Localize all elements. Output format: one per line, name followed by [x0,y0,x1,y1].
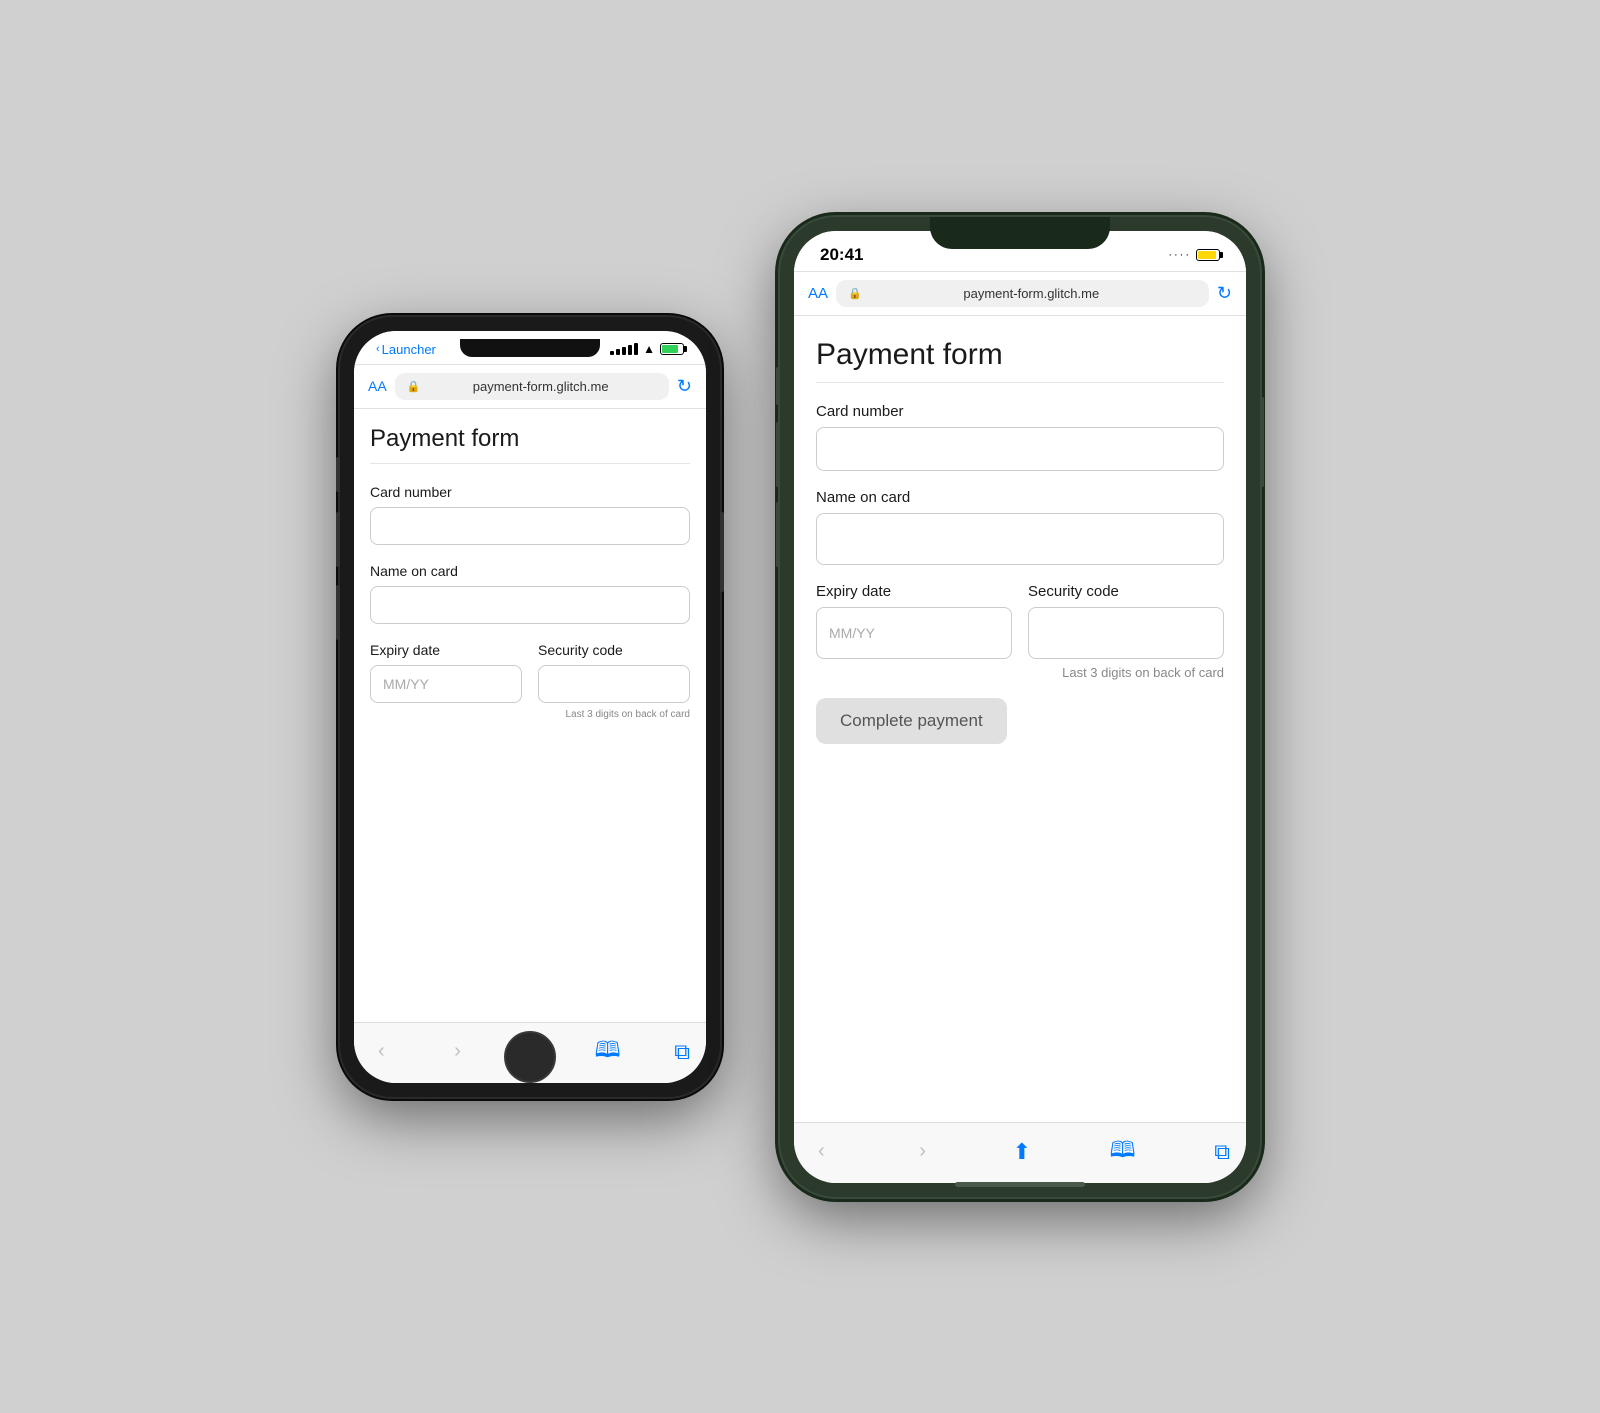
expiry-group-right: Expiry date MM/YY [816,583,1012,659]
tabs-button-left[interactable]: ⧉ [674,1039,690,1065]
back-button-right[interactable]: ‹ [810,1140,833,1163]
security-input-right[interactable] [1028,607,1224,659]
status-icons-right: ···· [1168,249,1220,261]
back-button-left[interactable]: ‹ [370,1040,393,1063]
safari-toolbar-right: ‹ › ⬆ 🕮 ⧉ [794,1122,1246,1183]
status-bar-left: ‹ Launcher 23:39 ▲ [354,331,706,364]
name-on-card-input-left[interactable] [370,586,690,624]
expiry-group-left: Expiry date MM/YY [370,642,522,703]
title-divider-right [816,382,1224,383]
home-button-left[interactable] [504,1031,556,1083]
home-indicator-right [955,1182,1085,1183]
lock-icon-right: 🔒 [848,287,862,300]
status-time-right: 20:41 [820,245,863,265]
security-hint-right: Last 3 digits on back of card [816,665,1224,680]
battery-fill [662,345,678,353]
name-on-card-label-right: Name on card [816,489,1224,506]
title-divider-left [370,463,690,464]
volume-up-button [336,512,340,567]
url-text-left: payment-form.glitch.me [424,379,657,394]
name-on-card-label-left: Name on card [370,563,690,579]
card-number-label-right: Card number [816,403,1224,420]
aa-button-left[interactable]: AA [368,378,387,394]
security-group-right: Security code [1028,583,1224,659]
url-field-left[interactable]: 🔒 payment-form.glitch.me [395,373,669,400]
expiry-security-row-right: Expiry date MM/YY Security code [816,583,1224,659]
iphone11-screen: 20:41 ···· AA 🔒 payment-form.glitch.me ↻… [794,231,1246,1183]
card-number-input-left[interactable] [370,507,690,545]
expiry-placeholder-right: MM/YY [829,625,875,641]
battery-fill-right [1198,251,1216,259]
aa-button-right[interactable]: AA [808,285,828,302]
volume-up-button-right [776,422,780,487]
battery-icon-left [660,343,684,355]
iphone7-screen: ‹ Launcher 23:39 ▲ AA [354,331,706,1083]
security-input-left[interactable] [538,665,690,703]
name-on-card-group-right: Name on card [816,489,1224,565]
page-content-left: Payment form Card number Name on card Ex… [354,409,706,1022]
power-button-right [1260,397,1264,487]
iphone7-device: ‹ Launcher 23:39 ▲ AA [340,317,720,1097]
card-number-label-left: Card number [370,484,690,500]
address-bar-left[interactable]: AA 🔒 payment-form.glitch.me ↻ [354,364,706,409]
card-number-group-right: Card number [816,403,1224,471]
lock-icon-left: 🔒 [407,380,421,393]
launcher-label: ‹ Launcher [376,342,436,357]
security-group-left: Security code [538,642,690,703]
wifi-icon: ▲ [643,342,655,356]
expiry-input-right[interactable]: MM/YY [816,607,1012,659]
refresh-button-left[interactable]: ↻ [677,376,692,397]
volume-down-button [336,585,340,640]
name-on-card-input-right[interactable] [816,513,1224,565]
name-on-card-group-left: Name on card [370,563,690,624]
forward-button-right[interactable]: › [911,1140,934,1163]
expiry-security-row-left: Expiry date MM/YY Security code [370,642,690,703]
status-icons-left: ▲ [610,342,684,356]
security-label-left: Security code [538,642,690,658]
security-hint-left: Last 3 digits on back of card [370,709,690,720]
page-content-right: Payment form Card number Name on card Ex… [794,316,1246,1122]
tabs-button-right[interactable]: ⧉ [1214,1139,1230,1165]
expiry-label-left: Expiry date [370,642,522,658]
volume-down-button-right [776,502,780,567]
mute-button [336,457,340,492]
card-number-group-left: Card number [370,484,690,545]
launcher-text: Launcher [382,342,436,357]
battery-icon-right [1196,249,1220,261]
url-field-right[interactable]: 🔒 payment-form.glitch.me [836,280,1209,307]
forward-button-left[interactable]: › [446,1040,469,1063]
iphone11-device: 20:41 ···· AA 🔒 payment-form.glitch.me ↻… [780,217,1260,1197]
share-button-right[interactable]: ⬆ [1013,1139,1031,1165]
address-bar-right[interactable]: AA 🔒 payment-form.glitch.me ↻ [794,271,1246,316]
status-time-left: 23:39 [504,341,542,358]
url-text-right: payment-form.glitch.me [866,286,1197,301]
page-title-left: Payment form [370,425,690,453]
mute-button-right [776,367,780,405]
expiry-placeholder-left: MM/YY [383,676,429,692]
notch-right [930,217,1110,249]
signal-icon [610,343,638,355]
power-button [720,512,724,592]
card-number-input-right[interactable] [816,427,1224,471]
bookmarks-button-left[interactable]: 🕮 [595,1033,621,1071]
security-label-right: Security code [1028,583,1224,600]
submit-button-right[interactable]: Complete payment [816,698,1007,744]
refresh-button-right[interactable]: ↻ [1217,283,1232,304]
expiry-label-right: Expiry date [816,583,1012,600]
bookmarks-button-right[interactable]: 🕮 [1110,1133,1136,1171]
page-title-right: Payment form [816,338,1224,372]
expiry-input-left[interactable]: MM/YY [370,665,522,703]
